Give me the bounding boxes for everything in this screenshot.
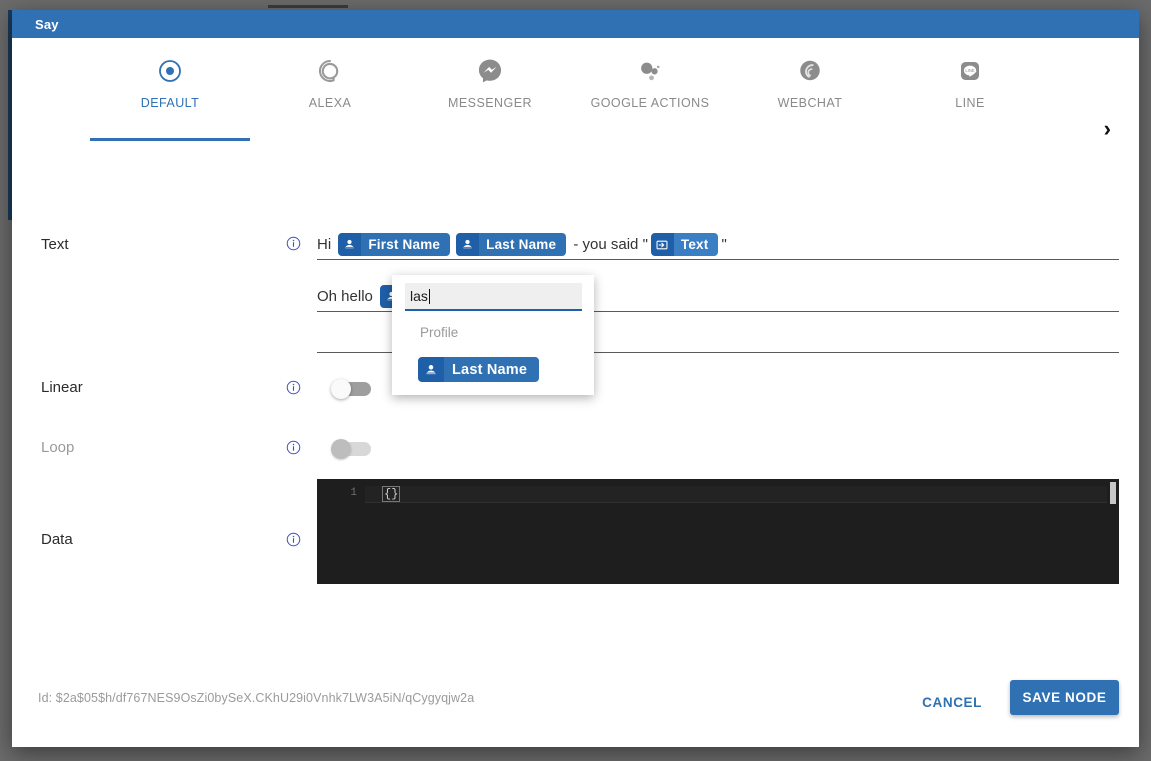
text-segment: " <box>721 236 726 253</box>
line-icon: LINE <box>958 56 982 86</box>
toggle-knob <box>331 439 351 459</box>
text-caret <box>429 289 430 304</box>
autocomplete-group-label: Profile <box>420 325 458 340</box>
tab-alexa-label: ALEXA <box>309 96 352 110</box>
autocomplete-option-last-name[interactable]: Last Name <box>418 357 539 382</box>
toggle-knob <box>331 379 351 399</box>
toggle-loop[interactable] <box>331 439 371 459</box>
dialog-titlebar: Say <box>12 10 1139 38</box>
tab-messenger[interactable]: MESSENGER <box>410 38 570 141</box>
save-node-button[interactable]: SAVE NODE <box>1010 680 1119 715</box>
field-label-data: Data <box>41 531 73 548</box>
dialog-title: Say <box>35 17 59 32</box>
editor-line-number: 1 <box>350 487 357 499</box>
info-icon-text[interactable] <box>286 236 301 251</box>
chip-label: First Name <box>361 233 450 256</box>
info-icon-linear[interactable] <box>286 380 301 395</box>
field-label-linear: Linear <box>41 379 83 396</box>
tab-default[interactable]: DEFAULT <box>90 38 250 141</box>
field-label-text: Text <box>41 236 69 253</box>
field-label-loop: Loop <box>41 439 74 456</box>
say-node-dialog: Say DEFAULT ALEXA <box>12 10 1139 747</box>
messenger-icon <box>477 56 503 86</box>
dialog-footer: Id: $2a$05$h/df767NES9OsZi0bySeX.CKhU29i… <box>12 663 1139 747</box>
toggle-linear[interactable] <box>331 379 371 399</box>
info-icon-loop[interactable] <box>286 440 301 455</box>
tabbar-next-arrow-icon[interactable]: › <box>1104 118 1111 140</box>
default-radio-icon <box>158 56 182 86</box>
data-code-editor[interactable]: 1 {} <box>317 479 1119 584</box>
webchat-icon <box>797 56 823 86</box>
tab-messenger-label: MESSENGER <box>448 96 532 110</box>
cancel-button[interactable]: CANCEL <box>912 687 992 718</box>
info-icon-data[interactable] <box>286 532 301 547</box>
variable-search-value: las <box>410 288 428 304</box>
tab-google-actions[interactable]: GOOGLE ACTIONS <box>570 38 730 141</box>
variable-chip-last-name[interactable]: Last Name <box>456 233 566 256</box>
editor-scrollbar[interactable] <box>1110 482 1116 504</box>
editor-gutter: 1 <box>317 479 365 584</box>
tab-alexa[interactable]: ALEXA <box>250 38 410 141</box>
person-icon <box>418 357 444 382</box>
chip-label: Last Name <box>479 233 566 256</box>
dialog-body: Text Hi Fi <box>12 141 1139 747</box>
background-element <box>268 5 348 8</box>
tab-line[interactable]: LINE LINE <box>890 38 1050 141</box>
tab-default-label: DEFAULT <box>141 96 200 110</box>
editor-active-line <box>365 486 1107 503</box>
text-segment: - you said " <box>569 236 648 253</box>
text-segment: Hi <box>317 236 335 253</box>
channel-tabbar: DEFAULT ALEXA MESSENGER <box>12 38 1139 141</box>
person-icon <box>338 233 361 256</box>
text-segment: Oh hello <box>317 288 377 305</box>
text-input-line-1[interactable]: Hi First Name <box>317 226 1119 260</box>
variable-chip-first-name[interactable]: First Name <box>338 233 450 256</box>
chip-label: Last Name <box>444 357 539 382</box>
google-actions-icon <box>637 56 663 86</box>
tab-webchat-label: WEBCHAT <box>778 96 843 110</box>
editor-code-text: {} <box>383 487 399 501</box>
tab-line-label: LINE <box>955 96 985 110</box>
chip-label: Text <box>674 233 719 256</box>
variable-chip-text[interactable]: Text <box>651 233 719 256</box>
editor-code: {} <box>383 487 399 501</box>
input-icon <box>651 233 674 256</box>
alexa-icon <box>318 56 342 86</box>
variable-autocomplete-popup: las Profile Last Name <box>392 275 594 395</box>
person-icon <box>456 233 479 256</box>
tab-webchat[interactable]: WEBCHAT <box>730 38 890 141</box>
tab-google-actions-label: GOOGLE ACTIONS <box>591 96 710 110</box>
node-id-text: Id: $2a$05$h/df767NES9OsZi0bySeX.CKhU29i… <box>38 691 474 705</box>
svg-text:LINE: LINE <box>965 68 975 73</box>
variable-search-input[interactable]: las <box>405 283 582 311</box>
